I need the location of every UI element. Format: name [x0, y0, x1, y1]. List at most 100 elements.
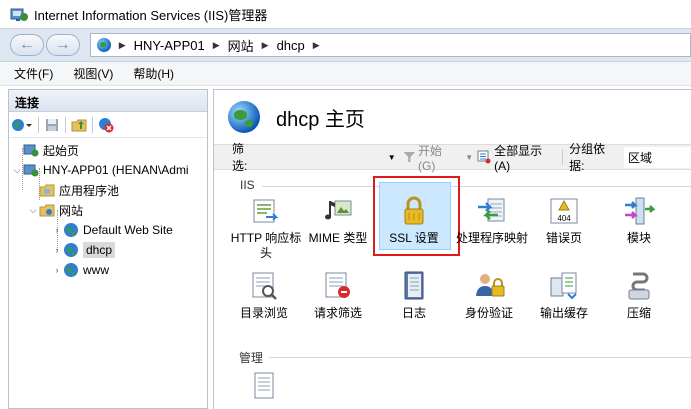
feature-label: 目录浏览 [239, 306, 288, 320]
http-headers-icon [250, 195, 282, 227]
breadcrumb-server[interactable]: HNY-APP01 [134, 38, 205, 53]
feature-handler-mappings[interactable]: 处理程序映射 [452, 195, 532, 246]
modules-icon [623, 195, 657, 227]
feature-label: 日志 [401, 306, 426, 320]
menu-bar: 文件(F) 视图(V) 帮助(H) [0, 62, 691, 86]
chevron-right-icon[interactable]: › [51, 265, 63, 275]
filter-input[interactable] [264, 148, 388, 166]
tree-item-app-pools[interactable]: 应用程序池 [9, 180, 207, 200]
feature-http-response-headers[interactable]: HTTP 响应标头 [226, 195, 306, 261]
feature-directory-browsing[interactable]: 目录浏览 [224, 270, 304, 321]
save-icon[interactable] [44, 117, 60, 133]
tree-label: 网站 [59, 203, 84, 218]
tree-item-dhcp[interactable]: › dhcp [9, 240, 207, 260]
feature-authentication[interactable]: 身份验证 [449, 270, 529, 321]
globe-icon [63, 262, 79, 278]
connections-tree: 起始页 ⌵ HNY-APP01 (HENAN\Admi 应用程序池 ⌵ 网站 › [9, 138, 207, 280]
feature-label: SSL 设置 [389, 231, 439, 245]
connections-panel: 连接 起始页 ⌵ HNY-APP01 (HENAN\Admi 应用程序池 ⌵ 网… [8, 89, 208, 409]
handler-mappings-icon [476, 195, 508, 227]
feature-label: HTTP 响应标头 [230, 231, 302, 260]
tree-label: dhcp [83, 242, 116, 258]
breadcrumb-sites[interactable]: 网站 [228, 36, 254, 55]
compression-icon [623, 270, 655, 302]
chevron-right-icon[interactable]: › [51, 245, 63, 255]
group-iis-label: IIS [240, 178, 255, 192]
filter-label: 筛选: [232, 142, 248, 173]
tree-item-start-page[interactable]: 起始页 [9, 140, 207, 160]
toolbar-separator [38, 116, 39, 133]
tree-label: Default Web Site [83, 223, 173, 237]
toolbar-separator [92, 116, 93, 133]
directory-browsing-icon [248, 270, 280, 302]
group-management: 管理 [213, 349, 691, 365]
window-title: Internet Information Services (IIS)管理器 [34, 7, 268, 23]
tree-item-default-web-site[interactable]: › Default Web Site [9, 220, 207, 240]
menu-view[interactable]: 视图(V) [73, 65, 113, 82]
chevron-right-icon: ▶ [212, 39, 220, 50]
feature-output-caching[interactable]: 输出缓存 [524, 270, 604, 321]
feature-label: 请求筛选 [313, 306, 362, 320]
chevron-down-icon[interactable]: ⌵ [11, 165, 23, 176]
feature-ssl-settings[interactable]: SSL 设置 [374, 195, 454, 246]
toolbar-separator [562, 149, 564, 165]
forward-button[interactable]: → [45, 34, 80, 56]
feature-label: 输出缓存 [539, 306, 588, 320]
feature-mime-types[interactable]: MIME 类型 [298, 195, 378, 246]
back-button[interactable]: ← [10, 34, 44, 56]
chevron-right-icon: ▶ [118, 39, 126, 50]
address-bar: ← → ▶ HNY-APP01 ▶ 网站 ▶ dhcp ▶ [0, 28, 691, 62]
menu-file[interactable]: 文件(F) [14, 65, 53, 82]
show-all-label: 全部显示(A) [494, 143, 543, 173]
feature-request-filtering[interactable]: 请求筛选 [298, 270, 378, 321]
feature-label: 身份验证 [464, 306, 513, 320]
chevron-down-icon[interactable]: ⌵ [27, 205, 39, 216]
disconnect-icon[interactable] [98, 117, 114, 133]
mime-types-icon [322, 195, 354, 227]
feature-label: 模块 [626, 231, 651, 245]
start-filter-label: 开始(G) [418, 143, 443, 173]
tree-item-sites[interactable]: ⌵ 网站 [9, 200, 207, 220]
output-caching-icon [548, 270, 580, 302]
chevron-right-icon: ▶ [312, 39, 320, 50]
chevron-down-icon[interactable]: ▼ [465, 153, 473, 162]
tree-item-www[interactable]: › www [9, 260, 207, 280]
feature-modules[interactable]: 模块 [599, 195, 679, 246]
connect-globe-icon[interactable] [11, 117, 32, 133]
breadcrumb-site[interactable]: dhcp [277, 38, 305, 53]
up-level-icon[interactable] [71, 117, 87, 133]
breadcrumb[interactable]: ▶ HNY-APP01 ▶ 网站 ▶ dhcp ▶ [89, 33, 691, 57]
connections-header: 连接 [9, 90, 207, 112]
request-filtering-icon [322, 270, 354, 302]
menu-help[interactable]: 帮助(H) [133, 65, 174, 82]
connections-toolbar [9, 112, 207, 138]
error-pages-icon: 404 [548, 195, 580, 227]
feature-logging[interactable]: 日志 [374, 270, 454, 321]
error-404-text: 404 [557, 214, 571, 223]
server-icon [23, 162, 39, 178]
group-by-label: 分组依据: [569, 142, 606, 173]
globe-icon [63, 222, 79, 238]
tree-label: 应用程序池 [59, 183, 120, 198]
feature-label: 处理程序映射 [455, 231, 528, 245]
show-all-button[interactable]: 全部显示(A) [477, 142, 554, 173]
feature-configuration-editor[interactable] [224, 370, 304, 406]
feature-label: 压缩 [626, 306, 651, 320]
app-pool-icon [39, 182, 55, 198]
chevron-down-icon[interactable]: ▼ [388, 153, 396, 162]
toolbar-separator [65, 116, 66, 133]
feature-label: 错误页 [545, 231, 582, 245]
group-by-select[interactable]: 区域 [624, 146, 691, 168]
tree-label: www [83, 263, 109, 277]
tree-item-server[interactable]: ⌵ HNY-APP01 (HENAN\Admi [9, 160, 207, 180]
configuration-editor-icon [248, 370, 280, 402]
site-globe-icon [228, 101, 260, 133]
sites-folder-icon [39, 202, 55, 218]
filter-bar: 筛选: ▼ 开始(G) ▼ 全部显示(A) 分组依据: 区域 [214, 142, 691, 173]
feature-compression[interactable]: 压缩 [599, 270, 679, 321]
globe-icon [96, 38, 111, 52]
chevron-right-icon: ▶ [261, 39, 269, 50]
chevron-right-icon[interactable]: › [51, 225, 63, 235]
start-filter-button[interactable]: 开始(G) [403, 142, 458, 173]
feature-error-pages[interactable]: 404 错误页 [524, 195, 604, 246]
